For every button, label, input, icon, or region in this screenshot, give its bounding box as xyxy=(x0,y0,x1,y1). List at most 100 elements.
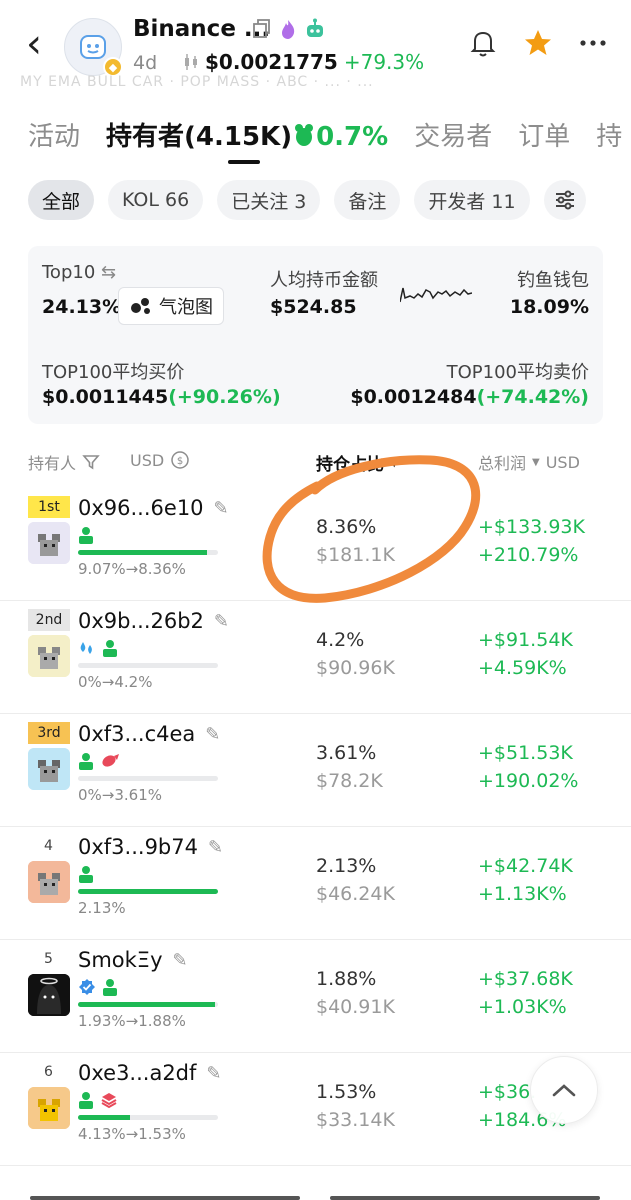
pnl-usd: +$42.74K xyxy=(478,855,573,877)
chip-all[interactable]: 全部 xyxy=(28,180,95,220)
pnl-column-header[interactable]: 总利润 ▼ USD xyxy=(478,450,580,474)
avatar xyxy=(28,748,70,790)
edit-icon[interactable]: ✎ xyxy=(214,498,229,519)
top100-buy-label: TOP100平均买价 xyxy=(42,362,185,383)
bubble-icon xyxy=(131,298,150,314)
holder-stats-card: Top10 ⇆ 24.13% 气泡图 人均持币金额 $524.85 钓鱼钱包 1… xyxy=(28,246,603,424)
hooded-figure-avatar-icon xyxy=(28,974,70,1016)
top100-buy-value: $0.0011445(+90.26%) xyxy=(42,386,281,408)
tab-orders[interactable]: 订单 xyxy=(518,116,570,153)
holder-address[interactable]: SmokΞy ✎ xyxy=(78,948,188,972)
holding-bar-fill xyxy=(78,550,207,555)
person-icon xyxy=(79,1092,93,1109)
token-avatar: ◆ xyxy=(64,18,123,77)
holding-bar xyxy=(78,663,218,668)
pixel-rat-avatar-icon xyxy=(28,635,70,677)
top10-label: Top10 ⇆ xyxy=(42,262,117,283)
bubble-map-button[interactable]: 气泡图 xyxy=(118,287,224,325)
holding-bar xyxy=(78,776,218,781)
filter-settings-button[interactable] xyxy=(543,180,586,220)
holding-change: 9.07%→8.36% xyxy=(78,560,186,578)
hold-usd: $78.2K xyxy=(316,770,383,792)
top10-value: 24.13% xyxy=(42,296,122,318)
bottom-bar-segment xyxy=(30,1196,300,1200)
holding-bar-fill xyxy=(78,1002,216,1007)
filter-chips: 全部 KOL 66 已关注 3 备注 开发者 11 xyxy=(28,180,586,220)
hold-usd: $181.1K xyxy=(316,544,395,566)
more-icon[interactable] xyxy=(579,38,607,48)
holding-bar xyxy=(78,550,218,555)
chip-developers[interactable]: 开发者 11 xyxy=(414,180,530,220)
hold-percent: 1.53% xyxy=(316,1081,377,1103)
pixel-rat-avatar-icon xyxy=(28,748,70,790)
pnl-percent: +1.13K% xyxy=(478,883,567,905)
water-drops-icon xyxy=(80,642,92,654)
avg-hold-value: $524.85 xyxy=(270,296,357,318)
pnl-percent: +210.79% xyxy=(478,544,579,566)
tab-more-truncated[interactable]: 持 xyxy=(596,116,622,153)
rank-badge: 3rd xyxy=(28,722,70,744)
usd-toggle-header[interactable]: USD $ xyxy=(130,450,190,470)
top100-sell-change: (+74.42%) xyxy=(476,386,589,408)
bubble-map-label: 气泡图 xyxy=(159,297,213,318)
avatar xyxy=(28,522,70,564)
holder-row[interactable]: 5 SmokΞy ✎ 1.93%→1.88% 1.88% $40.91K +$37… xyxy=(0,940,631,1053)
top100-sell-value: $0.0012484(+74.42%) xyxy=(350,386,589,408)
chip-notes[interactable]: 备注 xyxy=(334,180,401,220)
person-icon xyxy=(79,866,93,883)
holding-change: 2.13% xyxy=(78,899,126,917)
tab-traders[interactable]: 交易者 xyxy=(414,116,492,153)
star-icon[interactable] xyxy=(523,28,553,58)
holder-row[interactable]: 3rd 0xf3...c4ea ✎ 0%→3.61% 3.61% $78.2K +… xyxy=(0,714,631,827)
name-icons xyxy=(252,18,326,40)
top100-buy-change: (+90.26%) xyxy=(168,386,281,408)
person-icon xyxy=(79,753,93,770)
holding-bar-fill xyxy=(78,889,218,894)
tab-activity[interactable]: 活动 xyxy=(28,116,80,153)
flame-icon xyxy=(282,20,295,39)
robot-icon xyxy=(307,18,323,37)
rank-badge: 5 xyxy=(44,951,53,967)
holder-row[interactable]: 1st 0x96...6e10 ✎ 9.07%→8.36% 8.36% $181.… xyxy=(0,488,631,601)
back-icon[interactable]: ‹ xyxy=(26,24,56,66)
bell-icon[interactable] xyxy=(469,28,497,58)
bottom-bar-segment xyxy=(330,1196,600,1200)
holder-row[interactable]: 2nd 0x9b...26b2 ✎ 0%→4.2% 4.2% $90.96K +$… xyxy=(0,601,631,714)
tab-bar: 活动 持有者(4.15K) 0.7% 交易者 订单 持 xyxy=(28,116,622,153)
copy-icon[interactable] xyxy=(252,18,272,40)
fish-icon xyxy=(102,754,119,767)
person-icon xyxy=(103,979,117,996)
edit-icon[interactable]: ✎ xyxy=(205,724,220,745)
holder-address[interactable]: 0xe3...a2df ✎ xyxy=(78,1061,222,1085)
edit-icon[interactable]: ✎ xyxy=(173,950,188,971)
holder-address[interactable]: 0x9b...26b2 ✎ xyxy=(78,609,229,633)
position-column-header[interactable]: 持仓占比 ▼ xyxy=(316,450,398,475)
holder-column-header[interactable]: 持有人 xyxy=(28,450,100,474)
phishing-value: 18.09% xyxy=(509,296,589,318)
holder-row[interactable]: 4 0xf3...9b74 ✎ 2.13% 2.13% $46.24K +$42.… xyxy=(0,827,631,940)
pnl-usd: +$37.68K xyxy=(478,968,573,990)
top-header: ‹ ◆ Binance ... 4d $0.0021775 +79.3% MY … xyxy=(0,0,631,90)
hold-usd: $90.96K xyxy=(316,657,395,679)
price-row: $0.0021775 +79.3% xyxy=(183,50,424,74)
tab-holders[interactable]: 持有者(4.15K) 0.7% xyxy=(106,116,388,153)
chip-followed[interactable]: 已关注 3 xyxy=(217,180,321,220)
holder-address[interactable]: 0xf3...c4ea ✎ xyxy=(78,722,220,746)
chip-kol[interactable]: KOL 66 xyxy=(108,180,204,220)
avg-hold-label: 人均持币金额 xyxy=(270,270,378,291)
holder-address[interactable]: 0x96...6e10 ✎ xyxy=(78,496,229,520)
avatar xyxy=(28,635,70,677)
holding-change: 4.13%→1.53% xyxy=(78,1125,186,1143)
edit-icon[interactable]: ✎ xyxy=(214,611,229,632)
pnl-usd: +$36. xyxy=(478,1081,537,1103)
holding-change: 0%→3.61% xyxy=(78,786,163,804)
scroll-to-top-button[interactable] xyxy=(530,1056,598,1124)
tab-holders-pct: 0.7% xyxy=(316,122,389,152)
pnl-percent: +1.03K% xyxy=(478,996,567,1018)
edit-icon[interactable]: ✎ xyxy=(208,837,223,858)
avatar xyxy=(28,974,70,1016)
holder-address[interactable]: 0xf3...9b74 ✎ xyxy=(78,835,223,859)
holder-tags xyxy=(78,639,118,657)
edit-icon[interactable]: ✎ xyxy=(206,1063,221,1084)
hold-usd: $40.91K xyxy=(316,996,395,1018)
